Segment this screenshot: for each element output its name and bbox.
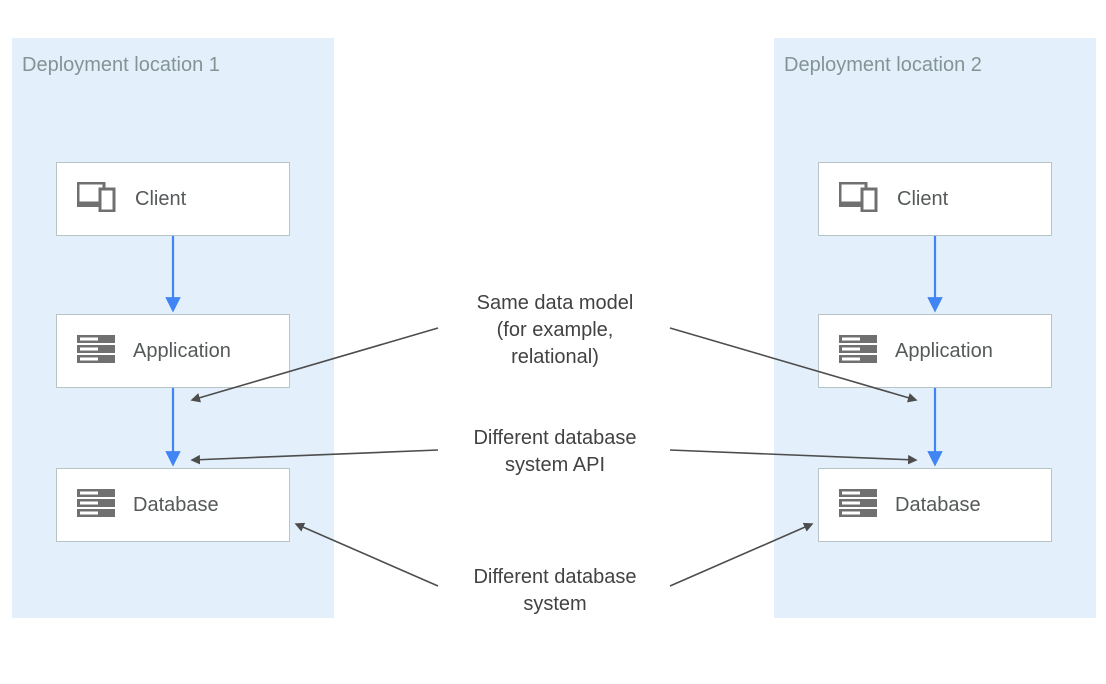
annotation-system: Different databasesystem (440, 564, 670, 618)
deployment-panel-2-title: Deployment location 2 (784, 54, 982, 77)
annotation-data-model: Same data model(for example,relational) (440, 290, 670, 371)
deployment-panel-1-title: Deployment location 1 (22, 54, 220, 77)
database-node-left: Database (56, 468, 290, 542)
application-node-right: Application (818, 314, 1052, 388)
server-icon (77, 489, 115, 522)
client-node-left: Client (56, 162, 290, 236)
devices-icon (839, 182, 879, 217)
devices-icon (77, 182, 117, 217)
client-node-right: Client (818, 162, 1052, 236)
annotation-api: Different databasesystem API (440, 425, 670, 479)
database-node-right: Database (818, 468, 1052, 542)
client-label-left: Client (135, 188, 186, 211)
application-label-right: Application (895, 340, 993, 363)
server-icon (839, 335, 877, 368)
server-icon (77, 335, 115, 368)
database-label-right: Database (895, 494, 981, 517)
client-label-right: Client (897, 188, 948, 211)
application-node-left: Application (56, 314, 290, 388)
server-icon (839, 489, 877, 522)
application-label-left: Application (133, 340, 231, 363)
database-label-left: Database (133, 494, 219, 517)
